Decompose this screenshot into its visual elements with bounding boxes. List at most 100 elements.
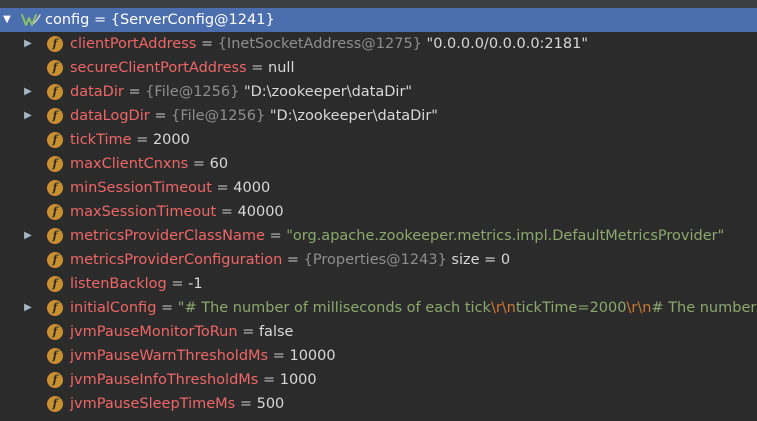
field-name: metricsProviderClassName [70,228,265,244]
field-value: "D:\zookeeper\dataDir" [243,84,413,100]
field-icon: f [47,108,63,124]
field-value: 60 [209,156,229,172]
tree-row-secureClientPortAddress[interactable]: f secureClientPortAddress = null [0,56,757,80]
equals-sign: = [286,252,300,268]
field-name: maxClientCnxns [70,156,189,172]
field-value: 10000 [289,348,336,364]
equals-sign: = [262,372,276,388]
equals-sign: = [242,324,255,340]
field-name: minSessionTimeout [70,180,212,196]
tree-row-minSessionTimeout[interactable]: f minSessionTimeout = 4000 [0,176,757,200]
variables-tree: ▼ config = {ServerConfig@1241} ▶ f clientP… [0,8,757,416]
root-eq: = [93,12,107,28]
field-type: {Properties@1243} [303,252,447,268]
equals-sign: = [216,180,229,196]
chevron-right-icon[interactable]: ▶ [21,296,35,320]
tree-row-clientPortAddress[interactable]: ▶ f clientPortAddress = {InetSocketAddress… [0,32,757,56]
equals-sign: = [161,300,174,316]
field-name: jvmPauseMonitorToRun [70,324,238,340]
chevron-right-icon[interactable]: ▶ [21,224,35,248]
escape-sequence: \r\n [490,300,516,316]
equals-sign: = [192,156,205,172]
field-name: secureClientPortAddress [70,60,247,76]
field-name: dataDir [70,84,124,100]
field-value: "D:\zookeeper\dataDir" [269,108,438,124]
tree-row-listenBacklog[interactable]: f listenBacklog = -1 [0,272,757,296]
field-name: clientPortAddress [70,36,197,52]
tree-row-metricsProviderConfiguration[interactable]: f metricsProviderConfiguration = {Propert… [0,248,757,272]
field-name: metricsProviderConfiguration [70,252,283,268]
field-name: jvmPauseInfoThresholdMs [70,372,259,388]
field-value: 1000 [279,372,317,388]
tree-row-maxClientCnxns[interactable]: f maxClientCnxns = 60 [0,152,757,176]
tree-row-jvmPauseInfoThresholdMs[interactable]: f jvmPauseInfoThresholdMs = 1000 [0,368,757,392]
field-name: jvmPauseWarnThresholdMs [70,348,269,364]
field-icon: f [47,180,63,196]
field-value: 4000 [233,180,271,196]
field-icon: f [47,132,63,148]
chevron-right-icon[interactable]: ▶ [21,80,35,104]
field-value: size = 0 [451,252,511,268]
field-value: 40000 [237,204,284,220]
field-value: 500 [256,396,285,412]
field-icon: f [47,228,63,244]
equals-sign: = [200,36,214,52]
tree-row-metricsProviderClassName[interactable]: ▶ f metricsProviderClassName = "org.apache… [0,224,757,248]
escape-sequence: \r\n [626,300,652,316]
field-icon: f [47,252,63,268]
equals-sign: = [136,132,149,148]
tree-row-maxSessionTimeout[interactable]: f maxSessionTimeout = 40000 [0,200,757,224]
field-name: initialConfig [70,300,157,316]
tree-row-dataLogDir[interactable]: ▶ f dataLogDir = {File@1256} "D:\zookeeper… [0,104,757,128]
chevron-right-icon[interactable]: ▶ [21,104,35,128]
equals-sign: = [154,108,167,124]
equals-sign: = [272,348,285,364]
watch-icon [21,14,41,26]
field-name: maxSessionTimeout [70,204,217,220]
equals-sign: = [251,60,264,76]
field-value: null [268,60,295,76]
tree-row-config[interactable]: ▼ config = {ServerConfig@1241} [0,8,757,32]
field-icon: f [47,60,63,76]
field-name: jvmPauseSleepTimeMs [70,396,236,412]
root-value: {ServerConfig@1241} [110,12,275,28]
chevron-right-icon[interactable]: ▶ [21,32,35,56]
field-icon: f [47,36,63,52]
field-icon: f [47,324,63,340]
tree-row-initialConfig[interactable]: ▶ f initialConfig = "# The number of milli… [0,296,757,320]
field-type: {InetSocketAddress@1275} [217,36,422,52]
string-segment: tickTime=2000 [515,300,627,316]
root-name: config [45,12,90,28]
field-icon: f [47,156,63,172]
field-name: listenBacklog [70,276,167,292]
equals-sign: = [269,228,282,244]
field-name: tickTime [70,132,132,148]
field-value: -1 [188,276,203,292]
string-segment: "# The number of milliseconds of each ti… [177,300,491,316]
field-value: "0.0.0.0/0.0.0.0:2181" [426,36,588,52]
field-icon: f [47,276,63,292]
equals-sign: = [220,204,233,220]
field-icon: f [47,348,63,364]
chevron-down-icon[interactable]: ▼ [0,8,14,32]
field-value: false [258,324,294,340]
field-icon: f [47,396,63,412]
tree-row-jvmPauseWarnThresholdMs[interactable]: f jvmPauseWarnThresholdMs = 10000 [0,344,757,368]
panel-top-border [0,0,757,8]
field-type: {File@1256} [145,84,240,100]
tree-row-jvmPauseMonitorToRun[interactable]: f jvmPauseMonitorToRun = false [0,320,757,344]
string-segment: # The number of ticks that the initial [651,300,757,316]
field-value: 2000 [152,132,190,148]
equals-sign: = [171,276,184,292]
field-icon: f [47,300,63,316]
field-icon: f [47,372,63,388]
field-icon: f [47,204,63,220]
equals-sign: = [128,84,141,100]
field-icon: f [47,84,63,100]
tree-row-jvmPauseSleepTimeMs[interactable]: f jvmPauseSleepTimeMs = 500 [0,392,757,416]
field-type: {File@1256} [171,108,266,124]
tree-row-tickTime[interactable]: f tickTime = 2000 [0,128,757,152]
equals-sign: = [239,396,252,412]
tree-row-dataDir[interactable]: ▶ f dataDir = {File@1256} "D:\zookeeper\da… [0,80,757,104]
field-string-value: "org.apache.zookeeper.metrics.impl.Defau… [286,228,725,244]
